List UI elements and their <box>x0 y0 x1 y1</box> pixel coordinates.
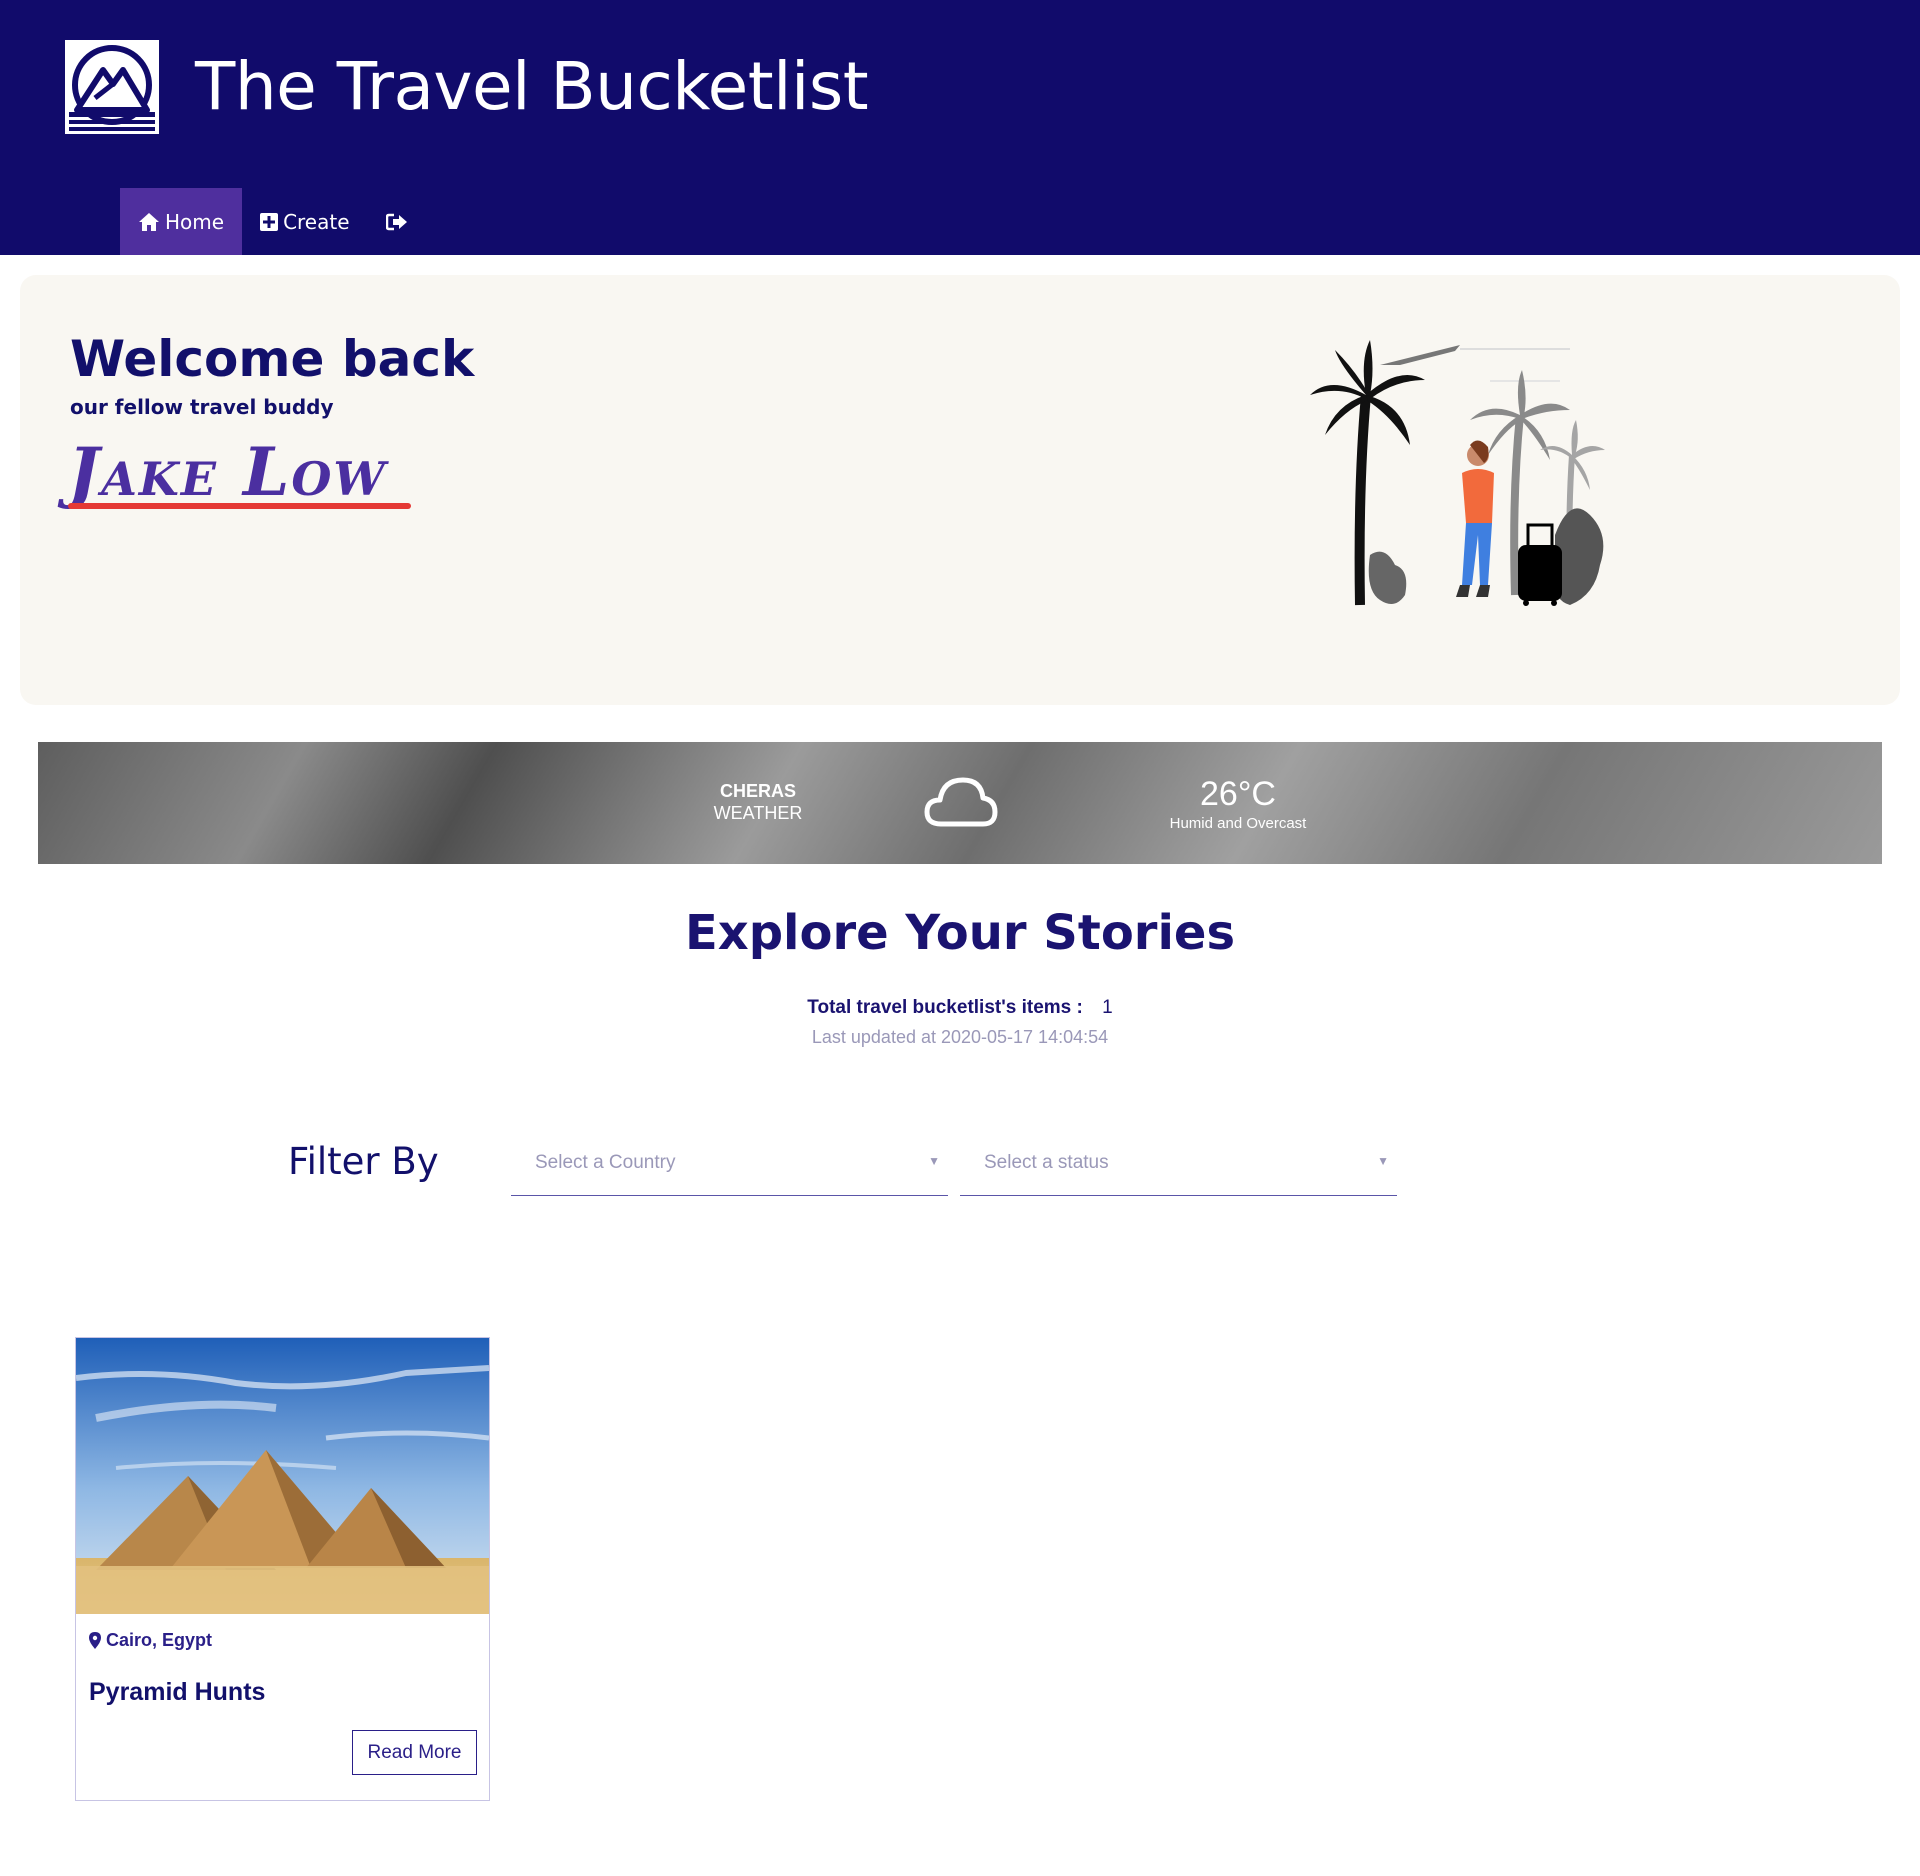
total-items-count: 1 <box>1102 997 1113 1018</box>
chevron-down-icon: ▼ <box>928 1154 940 1168</box>
weather-temperature: 26°C <box>1200 775 1276 813</box>
cloud-icon <box>924 777 998 827</box>
nav-home-label: Home <box>165 209 225 234</box>
filter-label: Filter By <box>288 1140 439 1183</box>
traveler-illustration <box>1310 340 1605 606</box>
weather-banner: CHERAS WEATHER 26°C Humid and Overcast <box>38 742 1882 864</box>
map-marker-icon <box>89 1632 101 1649</box>
nav-create-label: Create <box>283 209 350 234</box>
read-more-button[interactable]: Read More <box>352 1730 477 1775</box>
welcome-title: Welcome back <box>70 330 475 388</box>
home-icon <box>139 212 159 231</box>
card-location: Cairo, Egypt <box>89 1630 212 1651</box>
total-items-label: Total travel bucketlist's items : <box>807 997 1083 1018</box>
site-title: The Travel Bucketlist <box>195 48 869 125</box>
story-card: Cairo, Egypt Pyramid Hunts Read More <box>75 1337 490 1801</box>
nav-logout[interactable] <box>368 188 431 255</box>
total-items-line: Total travel bucketlist's items : 1 <box>0 997 1920 1019</box>
status-select-placeholder: Select a status <box>984 1152 1109 1173</box>
country-select-placeholder: Select a Country <box>535 1152 676 1173</box>
card-title: Pyramid Hunts <box>89 1678 266 1706</box>
nav-home[interactable]: Home <box>120 188 243 255</box>
welcome-panel: Welcome back our fellow travel buddy Jak… <box>20 275 1900 705</box>
card-location-text: Cairo, Egypt <box>106 1630 213 1650</box>
weather-description: Humid and Overcast <box>1169 815 1307 832</box>
plus-square-icon <box>260 212 279 231</box>
weather-label: WEATHER <box>713 803 803 823</box>
weather-city: CHERAS <box>719 781 796 801</box>
name-underline <box>68 503 411 509</box>
user-name: Jake Low <box>68 433 388 511</box>
main-nav: Home Create <box>120 188 431 255</box>
last-updated: Last updated at 2020-05-17 14:04:54 <box>811 1027 1109 1047</box>
site-header: The Travel Bucketlist Home Create <box>0 0 1920 255</box>
welcome-subtitle: our fellow travel buddy <box>70 395 334 419</box>
status-select[interactable]: Select a status ▼ <box>960 1136 1397 1196</box>
pyramids-image <box>76 1338 489 1614</box>
country-select[interactable]: Select a Country ▼ <box>511 1136 948 1196</box>
explore-title: Explore Your Stories <box>684 905 1236 961</box>
sign-out-icon <box>385 213 407 230</box>
chevron-down-icon: ▼ <box>1377 1154 1389 1168</box>
nav-create[interactable]: Create <box>242 188 367 255</box>
mountain-logo-icon[interactable] <box>65 40 159 134</box>
